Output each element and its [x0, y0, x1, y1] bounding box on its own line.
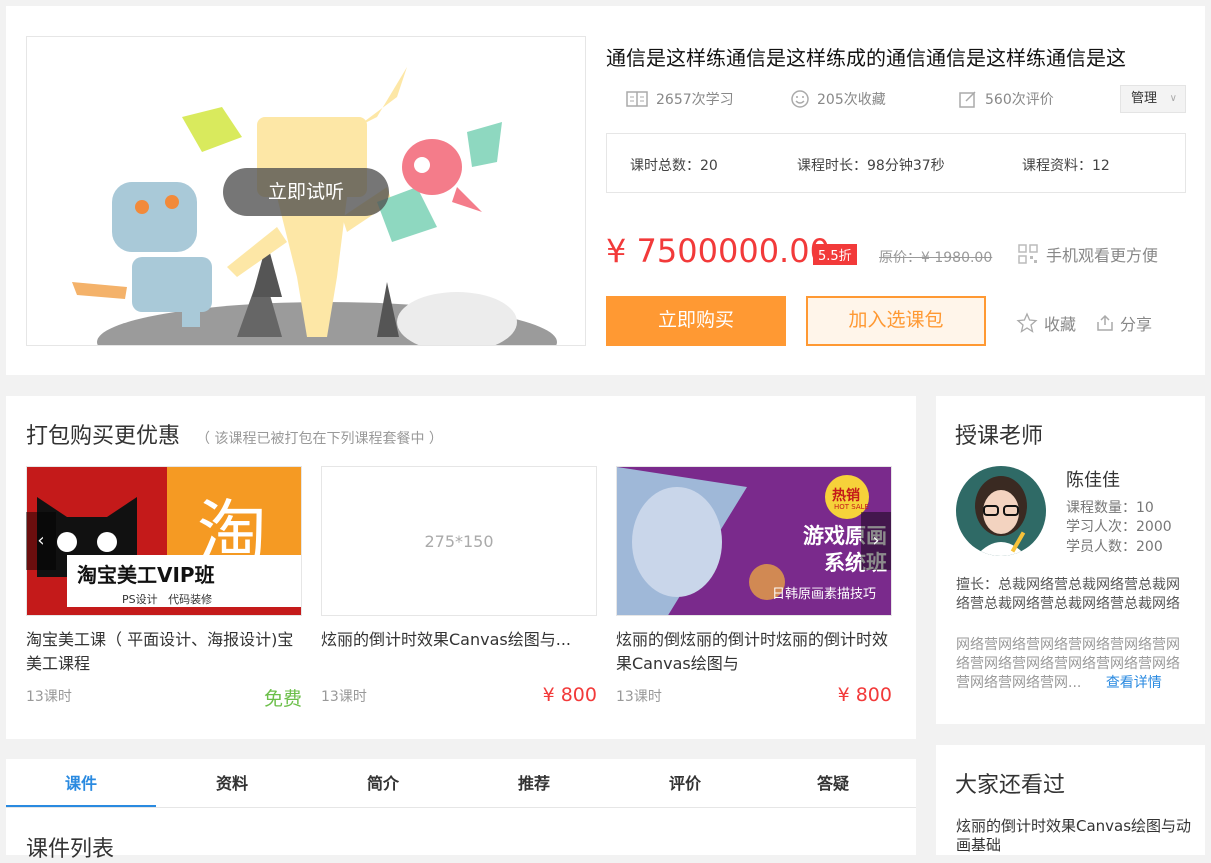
course-info-box: 课时总数：20 课程时长：98分钟37秒 课程资料：12: [606, 133, 1186, 193]
course-tabs-card: 课件 资料 简介 推荐 评价 答疑 课件列表: [6, 759, 916, 862]
course-name[interactable]: 炫丽的倒炫丽的倒计时炫丽的倒计时效果Canvas绘图与: [616, 628, 892, 676]
bundle-course-card[interactable]: 热销 HOT SALE 游戏原画 系统班 日韩原画素描技巧 炫丽的倒炫丽的倒计时…: [616, 466, 892, 706]
current-price: ¥ 7500000.00: [606, 232, 830, 270]
teacher-name: 陈佳佳: [1066, 470, 1120, 491]
course-materials: 课程资料：12: [1022, 158, 1110, 174]
tab-divider: [6, 807, 916, 808]
buy-now-button[interactable]: 立即购买: [606, 296, 786, 346]
image-placeholder: 275*150: [322, 467, 596, 615]
bundle-title: 打包购买更优惠: [26, 424, 181, 449]
manage-label: 管理: [1131, 91, 1158, 106]
hot-sale-sub: HOT SALE: [834, 503, 869, 511]
smile-icon: [791, 90, 809, 108]
tab-materials[interactable]: 资料: [157, 759, 307, 807]
banner-title: 淘宝美工VIP班: [77, 563, 215, 587]
also-watched-title: 大家还看过: [955, 773, 1066, 798]
tab-courseware[interactable]: 课件: [6, 759, 156, 807]
tab-reviews[interactable]: 评价: [610, 759, 760, 807]
favorite-label: 收藏: [1044, 315, 1077, 334]
course-price: ¥ 800: [837, 684, 892, 706]
banner-subtitle: PS设计 代码装修: [122, 593, 213, 606]
trial-listen-button[interactable]: 立即试听: [223, 168, 389, 216]
course-header-card: 立即试听 通信是这样练通信是这样练成的通信通信是这样练通信是这 2657次学习 …: [6, 6, 1205, 375]
course-price: ¥ 800: [542, 684, 597, 706]
teacher-specialty: 擅长：总裁网络营总裁网络营总裁网络营总裁网络营总裁网络营总裁网络: [956, 577, 1180, 612]
course-lessons: 13课时: [26, 689, 72, 705]
add-to-package-button[interactable]: 加入选课包: [806, 296, 986, 346]
course-cover-image[interactable]: 立即试听: [26, 36, 586, 346]
share-button[interactable]: 分享: [1096, 311, 1152, 335]
mobile-watch-link[interactable]: 手机观看更方便: [1018, 242, 1158, 266]
share-icon: [1097, 314, 1113, 331]
avatar[interactable]: [956, 466, 1046, 556]
course-name[interactable]: 炫丽的倒计时效果Canvas绘图与...: [321, 628, 597, 676]
carousel-prev-button[interactable]: ‹: [26, 512, 56, 570]
review-count-stat: 560次评价: [959, 89, 1054, 109]
star-icon: [1016, 312, 1038, 333]
chevron-down-icon: ∨: [1169, 93, 1177, 104]
bundle-course-card[interactable]: 淘 淘宝美工VIP班 PS设计 代码装修 淘宝美工课（ 平面设计、海报设计)宝美…: [26, 466, 302, 710]
teacher-bio: 网络营网络营网络营网络营网络营网络营网络营网络营网络营网络营网络营网络营网络营网…: [956, 636, 1190, 693]
book-icon: [626, 91, 648, 107]
review-count: 560次评价: [985, 92, 1054, 108]
view-details-link[interactable]: 查看详情: [1106, 675, 1162, 691]
hot-sale-badge: 热销: [832, 488, 860, 504]
course-thumbnail[interactable]: 275*150: [321, 466, 597, 616]
mobile-watch-label: 手机观看更方便: [1046, 246, 1159, 265]
course-name[interactable]: 淘宝美工课（ 平面设计、海报设计)宝美工课程: [26, 628, 302, 676]
course-lessons: 13课时: [321, 689, 367, 705]
share-label: 分享: [1120, 315, 1153, 334]
favorite-button[interactable]: 收藏: [1016, 311, 1076, 335]
courseware-list-title: 课件列表: [26, 837, 115, 862]
teacher-course-count: 课程数量：10: [1066, 500, 1154, 516]
bundle-card: 打包购买更优惠 （ 该课程已被打包在下列课程套餐中 ） 淘 淘宝美工VIP班 P…: [6, 396, 916, 739]
lesson-total: 课时总数：20: [630, 158, 718, 174]
teacher-card: 授课老师 陈佳佳 课程数量：10 学习人次：2000 学员人数：200 擅长：总…: [936, 396, 1205, 724]
bundle-course-card[interactable]: 275*150 炫丽的倒计时效果Canvas绘图与... 13课时 ¥ 800: [321, 466, 597, 706]
banner-subtitle: 日韩原画素描技巧: [772, 587, 877, 602]
teacher-student-count: 学员人数：200: [1066, 539, 1163, 555]
also-watched-card: 大家还看过 炫丽的倒计时效果Canvas绘图与动画基础: [936, 745, 1205, 855]
course-price: 免费: [263, 688, 302, 710]
favorite-count: 205次收藏: [817, 92, 886, 108]
discount-badge: 5.5折: [813, 244, 857, 265]
teacher-photo: [956, 466, 1046, 556]
teacher-learn-count: 学习人次：2000: [1066, 519, 1172, 535]
carousel-next-button[interactable]: ›: [861, 512, 891, 570]
learn-count: 2657次学习: [656, 92, 734, 108]
tab-intro[interactable]: 简介: [308, 759, 458, 807]
course-title: 通信是这样练通信是这样练成的通信通信是这样练通信是这: [606, 46, 1126, 70]
tab-recommend[interactable]: 推荐: [459, 759, 609, 807]
learn-count-stat: 2657次学习: [626, 89, 734, 109]
original-price: 原价：¥ 1980.00: [879, 250, 993, 266]
bundle-note: （ 该课程已被打包在下列课程套餐中 ）: [196, 431, 443, 447]
favorite-count-stat: 205次收藏: [791, 89, 886, 109]
manage-dropdown[interactable]: 管理 ∨: [1120, 85, 1186, 113]
edit-icon: [959, 91, 976, 108]
also-watched-item[interactable]: 炫丽的倒计时效果Canvas绘图与动画基础: [956, 817, 1196, 855]
course-duration: 课程时长：98分钟37秒: [797, 158, 945, 174]
course-lessons: 13课时: [616, 689, 662, 705]
qr-code-icon: [1018, 244, 1038, 264]
tab-qa[interactable]: 答疑: [758, 759, 908, 807]
course-thumbnail[interactable]: 淘 淘宝美工VIP班 PS设计 代码装修: [26, 466, 302, 616]
course-thumbnail[interactable]: 热销 HOT SALE 游戏原画 系统班 日韩原画素描技巧: [616, 466, 892, 616]
teacher-section-title: 授课老师: [955, 424, 1044, 449]
